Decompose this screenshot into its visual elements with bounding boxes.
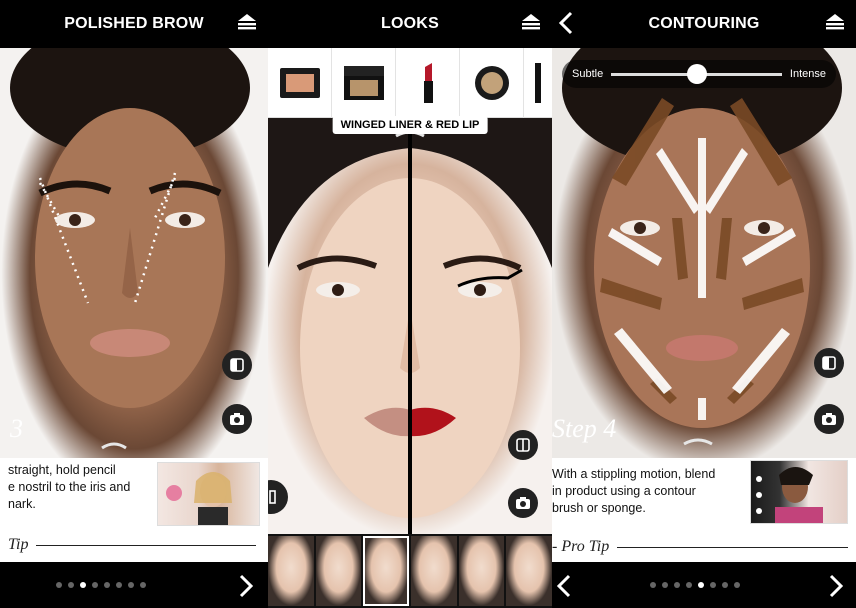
top-bar: LOOKS [268, 0, 552, 48]
intensity-slider-track[interactable] [611, 63, 782, 84]
chevron-left-icon[interactable] [554, 573, 574, 599]
video-still [166, 472, 232, 525]
page-dot[interactable] [734, 582, 740, 588]
description-line: nark. [8, 497, 36, 511]
page-indicator [56, 582, 146, 588]
lipstick-icon [423, 63, 433, 103]
look-thumbnail-strip [268, 534, 552, 608]
menu-icon[interactable] [520, 12, 542, 34]
model-photo: 3 [0, 48, 268, 458]
pro-tip-label: Tip [8, 536, 29, 553]
look-thumbnail[interactable] [268, 536, 314, 606]
product-blush-compact[interactable] [268, 48, 332, 118]
page-dot[interactable] [104, 582, 110, 588]
tutorial-video-thumbnail[interactable] [157, 462, 260, 526]
slider-min-label: Subtle [572, 68, 604, 80]
chevron-right-icon[interactable] [826, 573, 846, 599]
camera-button[interactable] [222, 404, 252, 434]
pro-tip-header: - Pro Tip [552, 538, 848, 556]
pro-tip-rule [617, 546, 848, 548]
contouring-panel: CONTOURING Subtle Intense Step 4 With a … [552, 0, 856, 608]
top-bar: CONTOURING [552, 0, 856, 48]
description-line: in product using a contour [552, 484, 696, 498]
polished-brow-panel: POLISHED BROW 3 straight, hold pencil e … [0, 0, 268, 608]
description-line: e nostril to the iris and [8, 480, 131, 494]
bronzer-compact-icon [343, 66, 384, 100]
page-dot[interactable] [674, 582, 680, 588]
step-number: 3 [10, 414, 23, 443]
camera-icon [822, 413, 836, 425]
camera-button[interactable] [814, 404, 844, 434]
page-dot[interactable] [650, 582, 656, 588]
panel-title: LOOKS [381, 15, 439, 32]
menu-icon[interactable] [236, 12, 258, 34]
compare-button[interactable] [222, 350, 252, 380]
slider-max-label: Intense [789, 68, 826, 80]
compare-split-icon [516, 438, 530, 452]
description-line: brush or sponge. [552, 501, 646, 515]
look-thumbnail[interactable] [411, 536, 457, 606]
bottom-bar [552, 562, 856, 608]
camera-icon [516, 497, 530, 509]
face-illustration [562, 48, 842, 446]
page-dot[interactable] [80, 582, 86, 588]
tutorial-video-thumbnail[interactable] [750, 460, 848, 524]
compare-split-icon [230, 358, 244, 372]
compare-button[interactable] [508, 430, 538, 460]
page-dot[interactable] [140, 582, 146, 588]
product-strip [268, 48, 552, 118]
panel-title: POLISHED BROW [64, 15, 204, 32]
pro-tip-rule [36, 544, 256, 546]
eyeliner-icon [535, 63, 541, 103]
product-lipstick[interactable] [396, 48, 460, 118]
page-indicator [650, 582, 740, 588]
step-description: straight, hold pencil e nostril to the i… [8, 462, 148, 513]
model-compare-photo [268, 118, 552, 534]
eyeshadow-pot-icon [474, 66, 509, 100]
bottom-bar [0, 562, 268, 608]
step-number: Step 4 [552, 414, 617, 443]
product-eyeshadow-pot[interactable] [460, 48, 524, 118]
model-photo: Subtle Intense Step 4 [552, 48, 856, 458]
product-eyeliner[interactable] [524, 48, 552, 118]
menu-icon[interactable] [824, 12, 846, 34]
look-name-label: WINGED LINER & RED LIP [332, 116, 488, 134]
pro-tip-header: Tip [8, 536, 256, 554]
page-dot[interactable] [68, 582, 74, 588]
page-dot[interactable] [128, 582, 134, 588]
looks-panel: LOOKS WINGED LINER & RED LIP [268, 0, 552, 608]
page-dot[interactable] [722, 582, 728, 588]
step-description: With a stippling motion, blend in produc… [552, 466, 748, 517]
page-dot[interactable] [710, 582, 716, 588]
chevron-left-icon[interactable] [556, 10, 576, 36]
blush-compact-icon [279, 68, 320, 98]
pro-tip-label: - Pro Tip [552, 538, 610, 555]
top-bar: POLISHED BROW [0, 0, 268, 48]
compare-button[interactable] [814, 348, 844, 378]
description-line: straight, hold pencil [8, 463, 116, 477]
chevron-right-icon[interactable] [236, 573, 256, 599]
page-dot[interactable] [56, 582, 62, 588]
video-still [756, 467, 823, 523]
page-dot[interactable] [662, 582, 668, 588]
look-thumbnail[interactable] [315, 536, 362, 606]
look-thumbnail[interactable] [506, 536, 552, 606]
page-dot[interactable] [116, 582, 122, 588]
panel-title: CONTOURING [648, 15, 760, 32]
intensity-slider-bar: Subtle Intense [562, 60, 836, 88]
camera-icon [230, 413, 244, 425]
intensity-slider-handle[interactable] [686, 63, 707, 84]
page-dot[interactable] [92, 582, 98, 588]
product-bronzer-compact[interactable] [332, 48, 396, 118]
compare-split-icon [269, 490, 276, 504]
compare-split-icon [822, 356, 836, 370]
description-line: With a stippling motion, blend [552, 467, 716, 481]
look-thumbnail[interactable] [363, 536, 410, 606]
page-dot[interactable] [698, 582, 704, 588]
page-dot[interactable] [686, 582, 692, 588]
camera-button[interactable] [508, 488, 538, 518]
face-illustration [10, 48, 250, 450]
look-thumbnail[interactable] [458, 536, 505, 606]
face-illustration [268, 118, 552, 534]
